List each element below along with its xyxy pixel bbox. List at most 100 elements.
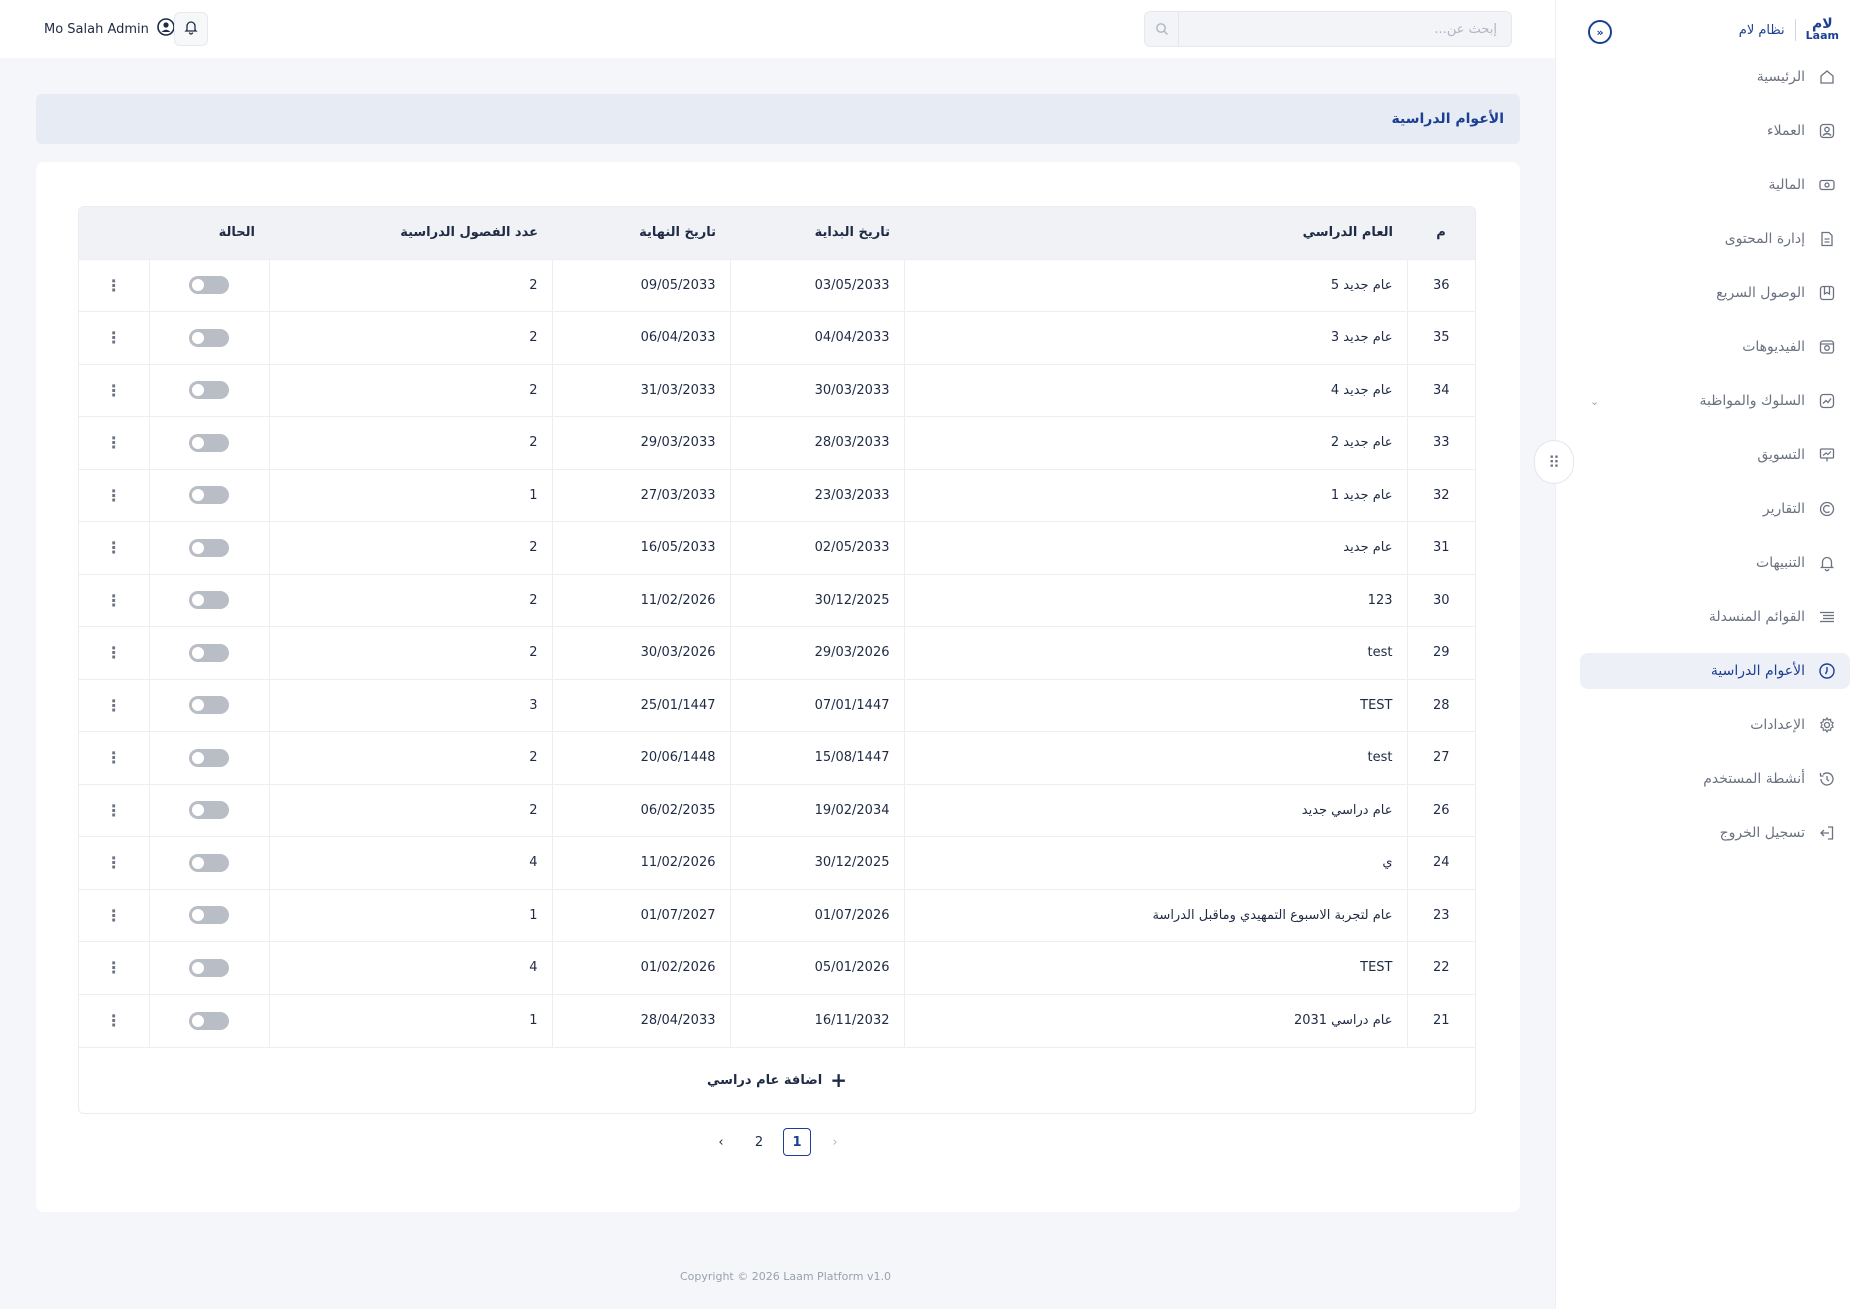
sidebar-item-logout[interactable]: تسجيل الخروج [1580, 815, 1850, 851]
status-toggle[interactable] [189, 433, 229, 452]
status-toggle[interactable] [189, 486, 229, 505]
next-page-button[interactable]: › [821, 1128, 849, 1156]
user-menu[interactable]: Mo Salah Admin [44, 18, 175, 40]
sidebar-item-finance[interactable]: المالية [1580, 167, 1850, 203]
cell-year: عام لتجربة الاسبوع التمهيدي وماقبل الدرا… [903, 889, 1407, 942]
cell-year: عام دراسي جديد [903, 784, 1407, 837]
sidebar-item-home[interactable]: الرئيسية [1580, 59, 1850, 95]
sidebar-item-label: الأعوام الدراسية [1710, 663, 1805, 679]
sidebar-nav: الرئيسية العملاء المالية إدارة المحتوى ا… [1580, 59, 1850, 869]
status-toggle[interactable] [189, 538, 229, 557]
more-options-icon[interactable]: ⋮ [106, 643, 122, 662]
prev-page-button[interactable]: ‹ [707, 1128, 735, 1156]
more-options-icon[interactable]: ⋮ [106, 381, 122, 400]
more-options-icon[interactable]: ⋮ [106, 486, 122, 505]
sidebar-item-reports[interactable]: التقارير [1580, 491, 1850, 527]
sidebar-item-videos[interactable]: الفيديوهات [1580, 329, 1850, 365]
sidebar-item-notifications[interactable]: التنبيهات [1580, 545, 1850, 581]
more-options-icon[interactable]: ⋮ [106, 276, 122, 295]
cell-id: 34 [1406, 364, 1475, 417]
status-toggle[interactable] [189, 328, 229, 347]
sidebar-item-clients[interactable]: العملاء [1580, 113, 1850, 149]
cell-year: عام دراسي 2031 [903, 994, 1407, 1047]
collapse-sidebar-button[interactable]: » [1588, 20, 1612, 44]
sidebar-item-dropdown-lists[interactable]: القوائم المنسدلة [1580, 599, 1850, 635]
status-toggle[interactable] [189, 643, 229, 662]
table-row: 32 عام جديد 1 23/03/2033 27/03/2033 1 ⋮ [79, 469, 1475, 522]
sidebar-item-user-activity[interactable]: أنشطة المستخدم [1580, 761, 1850, 797]
sidebar-item-label: الفيديوهات [1742, 339, 1805, 355]
drag-handle[interactable]: ⠿ [1534, 440, 1574, 484]
search-icon[interactable] [1145, 12, 1179, 46]
drag-dots-icon: ⠿ [1548, 452, 1560, 472]
status-toggle[interactable] [189, 801, 229, 820]
sidebar-item-content[interactable]: إدارة المحتوى [1580, 221, 1850, 257]
page-2-button[interactable]: 2 [745, 1128, 773, 1156]
sidebar-item-label: أنشطة المستخدم [1703, 771, 1805, 787]
cell-start-date: 07/01/1447 [729, 679, 904, 732]
table-row: 33 عام جديد 2 28/03/2033 29/03/2033 2 ⋮ [79, 416, 1475, 470]
cell-actions: ⋮ [79, 417, 149, 470]
cell-status [148, 416, 269, 469]
page-title: الأعوام الدراسية [1391, 111, 1504, 127]
video-icon [1817, 337, 1837, 357]
cell-start-date: 28/03/2033 [729, 416, 904, 469]
bookmark-icon [1817, 283, 1837, 303]
cell-id: 30 [1406, 574, 1475, 627]
chevron-down-icon[interactable]: ⌄ [1590, 395, 1599, 408]
more-options-icon[interactable]: ⋮ [106, 696, 122, 715]
search-box [1144, 11, 1512, 47]
status-toggle[interactable] [189, 906, 229, 925]
more-options-icon[interactable]: ⋮ [106, 906, 122, 925]
cell-terms-count: 2 [268, 259, 552, 312]
cell-end-date: 27/03/2033 [551, 469, 730, 522]
cell-year: عام جديد 1 [903, 469, 1407, 522]
more-options-icon[interactable]: ⋮ [106, 538, 122, 557]
sidebar-item-behavior[interactable]: السلوك والمواظبة ⌄ [1580, 383, 1850, 419]
gear-icon [1817, 715, 1837, 735]
sidebar-item-marketing[interactable]: التسويق [1580, 437, 1850, 473]
more-options-icon[interactable]: ⋮ [106, 801, 122, 820]
cell-terms-count: 1 [268, 994, 552, 1047]
more-options-icon[interactable]: ⋮ [106, 1011, 122, 1030]
cell-end-date: 01/02/2026 [551, 941, 730, 994]
status-toggle[interactable] [189, 591, 229, 610]
footer-copyright: Copyright © 2026 Laam Platform v1.0 [680, 1270, 891, 1283]
status-toggle[interactable] [189, 853, 229, 872]
more-options-icon[interactable]: ⋮ [106, 748, 122, 767]
cell-terms-count: 2 [268, 626, 552, 679]
cell-id: 27 [1406, 731, 1475, 784]
more-options-icon[interactable]: ⋮ [106, 958, 122, 977]
more-options-icon[interactable]: ⋮ [106, 328, 122, 347]
status-toggle[interactable] [189, 748, 229, 767]
more-options-icon[interactable]: ⋮ [106, 853, 122, 872]
double-chevron-icon: » [1596, 25, 1604, 39]
sidebar-item-settings[interactable]: الإعدادات [1580, 707, 1850, 743]
cell-end-date: 11/02/2026 [551, 836, 730, 889]
add-academic-year-button[interactable]: + اضافة عام دراسي [79, 1046, 1475, 1113]
notifications-button[interactable] [174, 12, 208, 46]
sidebar-item-quick-access[interactable]: الوصول السريع [1580, 275, 1850, 311]
cell-status [148, 889, 269, 942]
status-toggle[interactable] [189, 276, 229, 295]
top-bar: Mo Salah Admin [0, 0, 1555, 58]
cell-year: 123 [903, 574, 1407, 627]
sidebar-item-label: تسجيل الخروج [1719, 825, 1805, 841]
status-toggle[interactable] [189, 958, 229, 977]
table-row: 34 عام جديد 4 30/03/2033 31/03/2033 2 ⋮ [79, 364, 1475, 417]
status-toggle[interactable] [189, 381, 229, 400]
more-options-icon[interactable]: ⋮ [106, 591, 122, 610]
cell-actions: ⋮ [79, 364, 149, 417]
cell-actions: ⋮ [79, 574, 149, 627]
page-1-button[interactable]: 1 [783, 1128, 811, 1156]
search-input[interactable] [1179, 21, 1511, 37]
cell-id: 32 [1406, 469, 1475, 522]
more-options-icon[interactable]: ⋮ [106, 433, 122, 452]
cell-id: 28 [1406, 679, 1475, 732]
status-toggle[interactable] [189, 1011, 229, 1030]
brand[interactable]: لام Laam نظام لام [1739, 17, 1839, 42]
sidebar-item-academic-years[interactable]: الأعوام الدراسية [1580, 653, 1850, 689]
bell-icon [1817, 553, 1837, 573]
status-toggle[interactable] [189, 696, 229, 715]
cell-start-date: 15/08/1447 [729, 731, 904, 784]
